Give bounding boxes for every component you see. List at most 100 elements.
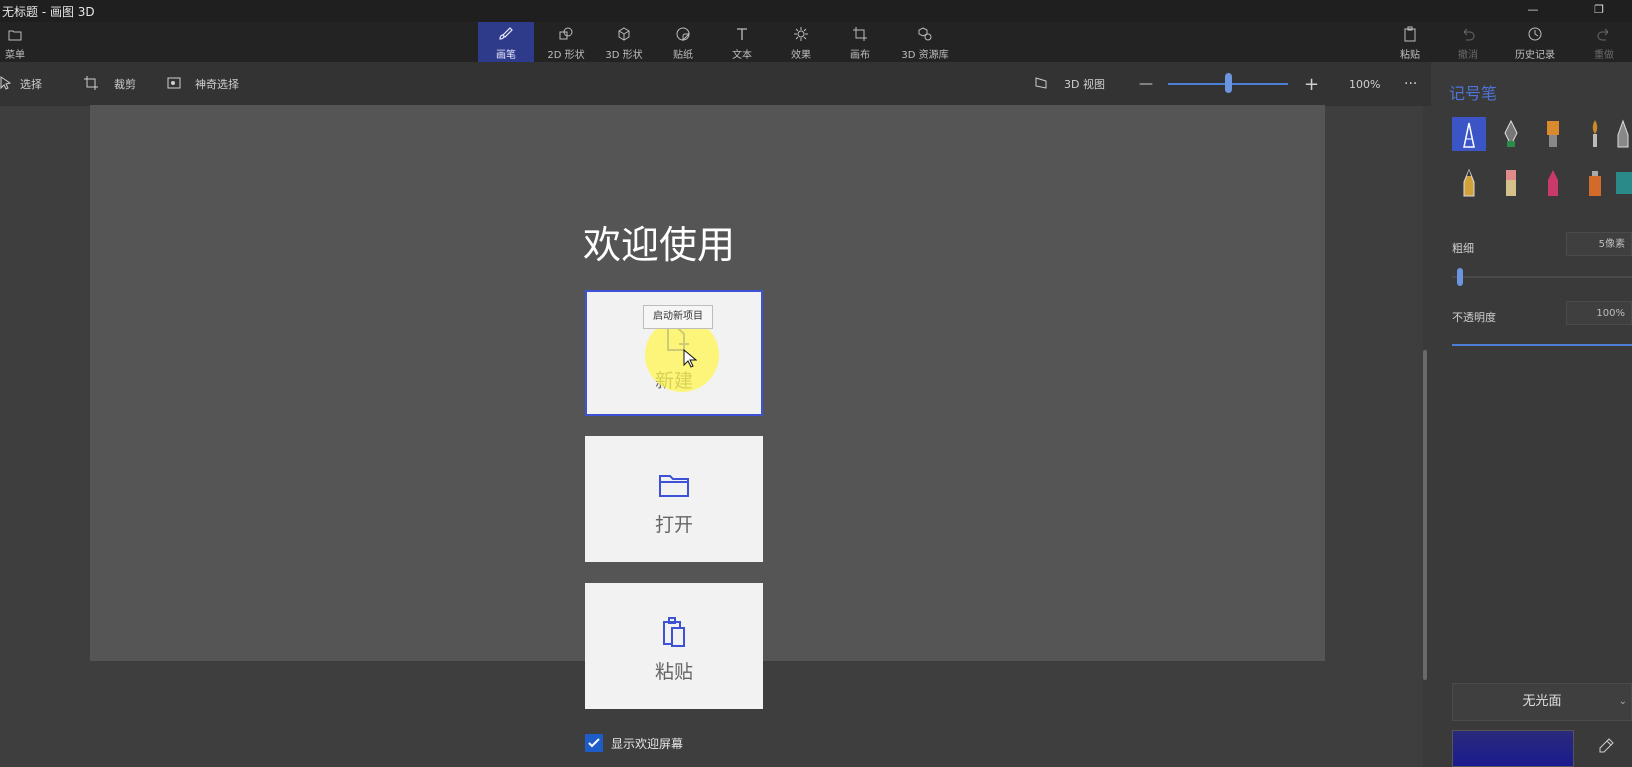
thickness-slider-track[interactable]: [1452, 276, 1632, 278]
menu-button[interactable]: 菜单: [0, 22, 30, 62]
zoom-in-button[interactable]: +: [1304, 62, 1319, 106]
window-title: 无标题 - 画图 3D: [2, 5, 95, 19]
restore-button[interactable]: ❐: [1576, 0, 1622, 22]
more-options-button[interactable]: ···: [1404, 62, 1417, 106]
2d-shapes-icon: [538, 22, 594, 46]
brush-calligraphy-pen[interactable]: [1494, 117, 1528, 151]
magic-select-icon: [167, 76, 181, 93]
redo-label: 重做: [1594, 50, 1614, 61]
tab-label: 画笔: [496, 50, 516, 61]
panel-title: 记号笔: [1449, 84, 1498, 103]
eyedropper-icon[interactable]: [1598, 738, 1614, 758]
show-welcome-toggle[interactable]: 显示欢迎屏幕: [585, 734, 683, 752]
oil-brush-icon: [1547, 121, 1559, 147]
finish-dropdown[interactable]: 无光面 ⌄: [1452, 683, 1632, 721]
opacity-slider[interactable]: [1452, 344, 1632, 346]
tab-label: 2D 形状: [547, 50, 585, 61]
brush-marker[interactable]: [1452, 117, 1486, 151]
fill-icon: [1616, 172, 1632, 194]
cursor-highlight: [645, 318, 719, 392]
canvas-icon: [832, 22, 888, 46]
eraser-icon: [1506, 170, 1516, 196]
show-welcome-checkbox[interactable]: [585, 734, 603, 752]
toolbar: 选择 裁剪 神奇选择 3D 视图 — + 100% ···: [0, 62, 1436, 106]
pixel-pen-icon: [1617, 119, 1629, 148]
brush-eraser[interactable]: [1494, 166, 1528, 200]
paste-project-card[interactable]: 粘贴: [585, 583, 763, 709]
select-label: 选择: [20, 78, 42, 91]
paste-label: 粘贴: [1400, 50, 1420, 61]
minimize-button[interactable]: —: [1510, 0, 1556, 22]
ribbon: 菜单 画笔 2D 形状 3D 形状 贴纸 文本 效果 画布 3D 资源库 粘贴 …: [0, 22, 1632, 63]
thickness-label: 粗细: [1452, 242, 1474, 255]
open-label: 打开: [654, 514, 693, 536]
pencil-icon: [1463, 168, 1475, 197]
show-welcome-label: 显示欢迎屏幕: [611, 736, 684, 751]
history-button[interactable]: 历史记录: [1503, 22, 1567, 62]
zoom-value: 100%: [1349, 77, 1381, 91]
brush-crayon[interactable]: [1536, 166, 1570, 200]
cube-icon: [596, 22, 652, 46]
opacity-input[interactable]: 100%: [1566, 301, 1632, 325]
paste-label: 粘贴: [654, 661, 693, 683]
folder-icon: [655, 466, 693, 504]
welcome-title: 欢迎使用: [583, 223, 736, 267]
brush-fill[interactable]: [1614, 166, 1632, 200]
crayon-icon: [1548, 170, 1558, 196]
tab-text[interactable]: 文本: [714, 22, 770, 62]
3d-library-icon: [893, 22, 957, 46]
clipboard-icon: [1382, 22, 1438, 46]
3d-view-label: 3D 视图: [1064, 78, 1105, 91]
tab-label: 3D 资源库: [901, 50, 949, 61]
history-label: 历史记录: [1515, 50, 1555, 61]
crop-tool[interactable]: 裁剪: [84, 62, 136, 106]
tab-effects[interactable]: 效果: [773, 22, 829, 62]
watercolor-brush-icon: [1592, 120, 1598, 147]
current-color-swatch[interactable]: [1452, 730, 1574, 767]
tab-canvas[interactable]: 画布: [832, 22, 888, 62]
tab-label: 文本: [732, 50, 752, 61]
scrollbar-thumb[interactable]: [1423, 350, 1427, 680]
cursor-icon: [0, 75, 12, 93]
opacity-label: 不透明度: [1452, 311, 1496, 324]
tab-3d-shapes[interactable]: 3D 形状: [596, 22, 652, 62]
checkmark-icon: [588, 738, 600, 748]
tab-3d-library[interactable]: 3D 资源库: [893, 22, 957, 62]
tab-label: 3D 形状: [605, 50, 643, 61]
tab-2d-shapes[interactable]: 2D 形状: [538, 22, 594, 62]
brush-watercolor[interactable]: [1578, 117, 1612, 151]
spray-can-icon: [1589, 171, 1601, 196]
marker-icon: [1463, 122, 1475, 148]
tooltip: 启动新项目: [643, 305, 713, 329]
zoom-out-button[interactable]: —: [1139, 62, 1153, 106]
select-tool[interactable]: 选择: [0, 62, 42, 106]
zoom-slider-thumb[interactable]: [1225, 73, 1232, 93]
mouse-cursor-icon: [683, 348, 698, 373]
undo-icon: [1440, 22, 1496, 46]
finish-value: 无光面: [1522, 694, 1562, 709]
crop-label: 裁剪: [114, 78, 136, 91]
3d-view-toggle[interactable]: 3D 视图: [1034, 62, 1105, 106]
open-project-card[interactable]: 打开: [585, 436, 763, 562]
chevron-down-icon: ⌄: [1618, 696, 1627, 707]
undo-label: 撤消: [1458, 50, 1478, 61]
thickness-input[interactable]: 5像素: [1566, 232, 1632, 256]
magic-select-label: 神奇选择: [195, 78, 239, 91]
brush-pencil[interactable]: [1452, 166, 1486, 200]
text-icon: [714, 22, 770, 46]
tab-brushes[interactable]: 画笔: [478, 22, 534, 62]
thickness-slider-thumb[interactable]: [1457, 268, 1463, 286]
undo-button[interactable]: 撤消: [1440, 22, 1496, 62]
redo-button[interactable]: 重做: [1576, 22, 1632, 62]
brush-oil[interactable]: [1536, 117, 1570, 151]
brush-spray-can[interactable]: [1578, 166, 1612, 200]
brush-icon: [478, 22, 534, 46]
menu-label: 菜单: [5, 50, 25, 61]
3d-view-icon: [1034, 76, 1048, 93]
magic-select-tool[interactable]: 神奇选择: [167, 62, 239, 106]
tab-stickers[interactable]: 贴纸: [655, 22, 711, 62]
tab-label: 画布: [850, 50, 870, 61]
brush-pixel-pen[interactable]: [1614, 117, 1632, 151]
paste-button[interactable]: 粘贴: [1382, 22, 1438, 62]
clipboard-icon: [655, 613, 693, 651]
